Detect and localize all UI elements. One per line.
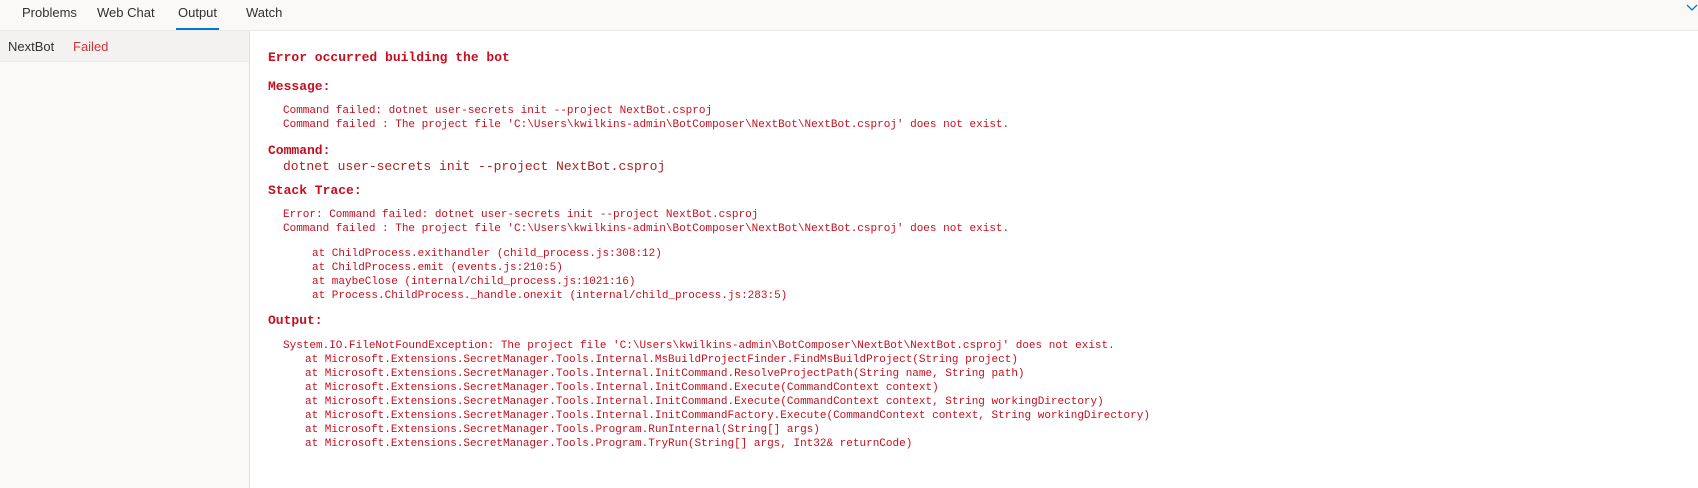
output-frame: at Microsoft.Extensions.SecretManager.To… bbox=[305, 424, 820, 436]
stack-frame: at maybeClose (internal/child_process.js… bbox=[312, 276, 636, 288]
message-line: Command failed : The project file 'C:\Us… bbox=[283, 119, 1010, 131]
tab-problems[interactable]: Problems bbox=[22, 0, 77, 30]
stack-line: Error: Command failed: dotnet user-secre… bbox=[283, 209, 759, 221]
chevron-down-icon[interactable] bbox=[1686, 2, 1698, 14]
stack-frame: at Process.ChildProcess._handle.onexit (… bbox=[312, 290, 788, 302]
output-frame: at Microsoft.Extensions.SecretManager.To… bbox=[305, 410, 1150, 422]
output-frame: at Microsoft.Extensions.SecretManager.To… bbox=[305, 396, 1104, 408]
tab-output[interactable]: Output bbox=[175, 0, 220, 30]
output-frame: at Microsoft.Extensions.SecretManager.To… bbox=[305, 354, 1018, 366]
message-heading: Message: bbox=[268, 79, 331, 94]
bot-name: NextBot bbox=[8, 39, 55, 54]
output-frame: at Microsoft.Extensions.SecretManager.To… bbox=[305, 438, 913, 450]
command-text: dotnet user-secrets init --project NextB… bbox=[283, 159, 666, 174]
output-exception: System.IO.FileNotFoundException: The pro… bbox=[283, 340, 1115, 352]
command-heading: Command: bbox=[268, 143, 331, 158]
tab-watch[interactable]: Watch bbox=[246, 0, 282, 30]
stack-frame: at ChildProcess.emit (events.js:210:5) bbox=[312, 262, 563, 274]
stack-frame: at ChildProcess.exithandler (child_proce… bbox=[312, 248, 662, 260]
message-line: Command failed: dotnet user-secrets init… bbox=[283, 105, 713, 117]
error-title: Error occurred building the bot bbox=[268, 50, 510, 65]
output-frame: at Microsoft.Extensions.SecretManager.To… bbox=[305, 368, 1025, 380]
output-heading: Output: bbox=[268, 313, 323, 328]
stack-line: Command failed : The project file 'C:\Us… bbox=[283, 223, 1010, 235]
build-output-log: Error occurred building the bot Message:… bbox=[250, 31, 1698, 488]
panel-tab-bar: Problems Web Chat Output Watch bbox=[0, 0, 1698, 31]
bot-list-sidebar: NextBot Failed bbox=[0, 31, 250, 488]
tab-web-chat[interactable]: Web Chat bbox=[97, 0, 155, 30]
stack-trace-heading: Stack Trace: bbox=[268, 183, 362, 198]
output-frame: at Microsoft.Extensions.SecretManager.To… bbox=[305, 382, 939, 394]
bot-status-failed: Failed bbox=[73, 39, 109, 54]
bot-list-item-nextbot[interactable]: NextBot Failed bbox=[0, 31, 249, 62]
